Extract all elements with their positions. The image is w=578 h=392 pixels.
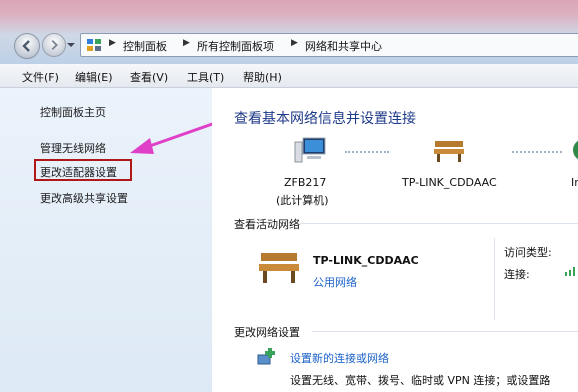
page-title: 查看基本网络信息并设置连接 — [234, 111, 416, 127]
internet-label: In — [571, 176, 578, 189]
link-advanced-sharing[interactable]: 更改高级共享设置 — [40, 190, 128, 206]
breadcrumb-network-center[interactable]: 网络和共享中心 — [305, 38, 382, 54]
divider — [494, 238, 495, 320]
breadcrumb-separator-icon[interactable]: ▶ — [183, 38, 190, 48]
link-control-panel-home[interactable]: 控制面板主页 — [40, 104, 106, 120]
network-type-link[interactable]: 公用网络 — [313, 274, 357, 290]
highlight-box — [34, 159, 132, 181]
forward-button[interactable] — [42, 33, 66, 57]
breadcrumb-control-panel[interactable]: 控制面板 — [123, 38, 167, 54]
signal-bars-icon — [565, 267, 575, 276]
divider — [312, 331, 578, 332]
menu-file[interactable]: 文件(F) — [22, 69, 59, 85]
active-network-name: TP-LINK_CDDAAC — [313, 254, 419, 267]
change-settings-header: 更改网络设置 — [234, 326, 300, 339]
menu-help[interactable]: 帮助(H) — [243, 69, 282, 85]
router-name: TP-LINK_CDDAAC — [402, 176, 497, 189]
menu-tools[interactable]: 工具(T) — [187, 69, 224, 85]
bench-network-icon — [259, 253, 299, 283]
internet-globe-icon — [573, 140, 578, 160]
bench-network-icon — [434, 141, 464, 162]
arrow-left-icon — [22, 40, 30, 52]
active-networks-header: 查看活动网络 — [234, 218, 300, 231]
menu-view[interactable]: 查看(V) — [130, 69, 168, 85]
address-bar[interactable]: ▶ 控制面板 ▶ 所有控制面板项 ▶ 网络和共享中心 — [80, 33, 578, 57]
breadcrumb-all-items[interactable]: 所有控制面板项 — [197, 38, 274, 54]
breadcrumb-separator-icon[interactable]: ▶ — [291, 38, 298, 48]
arrow-right-icon — [51, 39, 58, 51]
menu-bar: 文件(F) 编辑(E) 查看(V) 工具(T) 帮助(H) — [0, 64, 578, 88]
computer-subtitle: (此计算机) — [276, 194, 329, 207]
history-dropdown-icon[interactable] — [66, 40, 76, 50]
connection-line — [345, 151, 389, 153]
link-manage-wireless[interactable]: 管理无线网络 — [40, 140, 106, 156]
new-connection-icon — [257, 348, 275, 365]
pointer-arrow-icon — [130, 120, 219, 154]
computer-icon — [294, 137, 326, 163]
connection-label: 连接: — [504, 268, 530, 281]
divider — [300, 223, 578, 224]
breadcrumb-separator-icon[interactable]: ▶ — [109, 38, 116, 48]
setup-connection-description: 设置无线、宽带、拨号、临时或 VPN 连接；或设置路 — [290, 374, 551, 387]
computer-name: ZFB217 — [284, 176, 327, 189]
menu-edit[interactable]: 编辑(E) — [75, 69, 113, 85]
main-content: 查看基本网络信息并设置连接 ZFB217 (此计算机) TP-LINK_CDDA… — [212, 88, 578, 392]
access-type-label: 访问类型: — [504, 246, 552, 259]
control-panel-icon — [87, 39, 101, 51]
setup-connection-link[interactable]: 设置新的连接或网络 — [290, 350, 389, 366]
back-button[interactable] — [14, 33, 40, 59]
connection-line — [512, 151, 562, 153]
